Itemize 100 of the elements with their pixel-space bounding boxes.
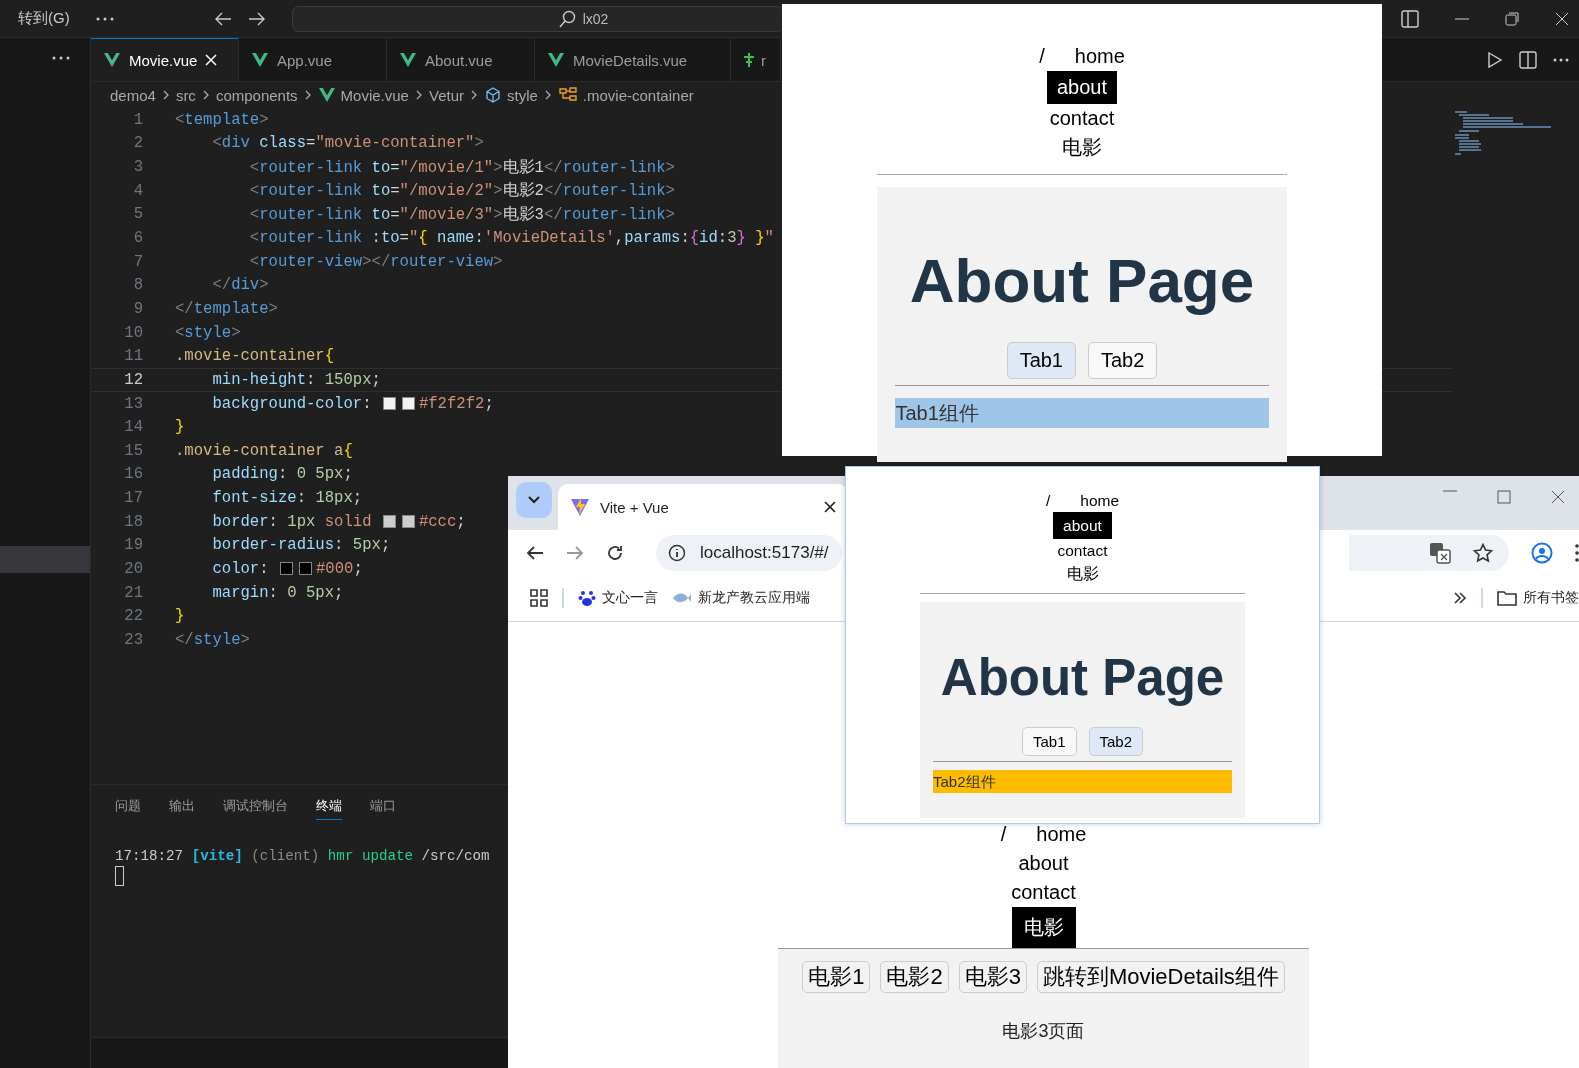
- nav-link[interactable]: /: [1039, 42, 1045, 71]
- nav-link[interactable]: about: [1046, 71, 1118, 104]
- panel-tab[interactable]: 终端: [316, 797, 342, 820]
- breadcrumb-item[interactable]: .movie-container: [582, 86, 694, 104]
- breadcrumb-item[interactable]: components: [215, 86, 298, 104]
- code-text: padding: 0 5px;: [211, 465, 353, 484]
- code-text: </style>: [175, 630, 250, 649]
- nav-link[interactable]: about: [1018, 849, 1069, 878]
- tab-button[interactable]: Tab1: [1021, 727, 1077, 756]
- line-number: 5: [132, 205, 143, 224]
- profile-icon[interactable]: [1531, 541, 1553, 564]
- address-bar[interactable]: localhost:5173/#/: [656, 534, 842, 571]
- movie-link[interactable]: 电影2: [880, 961, 949, 993]
- line-number: 15: [123, 441, 143, 460]
- nav-link[interactable]: /: [1000, 820, 1007, 849]
- translate-icon[interactable]: [1429, 541, 1451, 564]
- line-number: 12: [123, 370, 143, 389]
- movie-view-text: 电影3页面: [1002, 1020, 1085, 1043]
- line-number: 20: [123, 560, 143, 578]
- vue-icon: [547, 52, 565, 68]
- star-icon[interactable]: [1473, 542, 1493, 563]
- chevron-icon: [201, 89, 210, 101]
- movie-link[interactable]: 电影1: [802, 961, 871, 993]
- movie-link[interactable]: 电影3: [958, 961, 1027, 993]
- nav-link[interactable]: home: [1074, 42, 1125, 71]
- back-arrow-icon[interactable]: [526, 544, 544, 561]
- line-number: 16: [123, 465, 143, 484]
- editor-tab[interactable]: Movie.vue: [91, 38, 239, 81]
- code-text: <router-link to="/movie/2">电影2</router-link>: [248, 181, 675, 202]
- nav-link[interactable]: /: [1045, 489, 1051, 512]
- nav-link[interactable]: 电影: [1062, 133, 1102, 162]
- panel-tab[interactable]: 调试控制台: [223, 797, 288, 820]
- tab-button[interactable]: Tab2: [1088, 342, 1158, 379]
- color-swatch[interactable]: [401, 397, 415, 410]
- movie-link[interactable]: 跳转到MovieDetails组件: [1036, 961, 1285, 993]
- line-number: 4: [132, 181, 143, 200]
- close-icon[interactable]: [824, 501, 836, 513]
- nav-link[interactable]: home: [1036, 820, 1087, 849]
- color-swatch[interactable]: [382, 397, 396, 410]
- line-number: 1: [132, 110, 143, 129]
- nav-link[interactable]: contact: [1011, 878, 1076, 907]
- code-text: #000;: [315, 560, 363, 578]
- panel-tab[interactable]: 输出: [169, 797, 195, 820]
- browser-tab[interactable]: Vite + Vue: [558, 484, 848, 530]
- restore-icon[interactable]: [1505, 11, 1519, 26]
- tab-button[interactable]: Tab2: [1088, 727, 1144, 756]
- line-number: 2: [132, 134, 143, 153]
- vue-icon: [103, 52, 121, 68]
- color-swatch[interactable]: [279, 562, 293, 576]
- line-number: 22: [123, 607, 143, 626]
- nav-link[interactable]: contact: [1049, 104, 1115, 133]
- code-text: border: 1px solid: [211, 512, 373, 531]
- forward-arrow-icon[interactable]: [247, 11, 266, 26]
- breadcrumb-item[interactable]: style: [507, 86, 538, 104]
- more-icon[interactable]: [95, 16, 114, 21]
- nav-link[interactable]: home: [1080, 489, 1120, 512]
- code-text: }: [175, 418, 185, 437]
- split-editor-icon[interactable]: [1519, 50, 1537, 69]
- class-icon: [557, 86, 578, 104]
- run-icon[interactable]: [1487, 50, 1503, 69]
- fish-icon: [672, 592, 692, 604]
- info-icon: [668, 543, 686, 562]
- double-chevron-icon[interactable]: [1453, 592, 1467, 604]
- vue-icon: [399, 52, 417, 68]
- tab-button[interactable]: Tab1: [1006, 342, 1076, 379]
- search-field[interactable]: lx02: [291, 5, 784, 32]
- more-icon[interactable]: [1553, 57, 1569, 62]
- line-number: 23: [123, 630, 143, 649]
- tab-search-button[interactable]: [516, 482, 552, 518]
- nav-link[interactable]: about: [1053, 512, 1112, 539]
- layout-icon[interactable]: [1401, 9, 1419, 28]
- more-icon[interactable]: [52, 56, 70, 60]
- tab-content: Tab1组件: [895, 398, 1269, 428]
- code-text: #ccc;: [418, 512, 466, 531]
- menu-item[interactable]: 转到(G): [18, 9, 70, 28]
- breadcrumb-item[interactable]: src: [175, 86, 196, 104]
- line-number: 8: [132, 276, 143, 295]
- menu-icon[interactable]: [1575, 543, 1579, 562]
- terminal-line: 17:18:27 [vite] (client) hmr update /src/com: [115, 848, 490, 864]
- chevron-icon: [543, 89, 552, 101]
- breadcrumb-item[interactable]: Vetur: [428, 86, 464, 104]
- panel-tab[interactable]: 问题: [115, 797, 141, 820]
- line-number: 6: [132, 229, 143, 247]
- code-text: <router-view></router-view>: [248, 252, 503, 271]
- nav-link[interactable]: 电影: [1011, 907, 1076, 948]
- color-swatch[interactable]: [401, 515, 415, 529]
- color-swatch[interactable]: [298, 562, 312, 576]
- breadcrumb-item[interactable]: demo4: [110, 86, 156, 104]
- nav-link[interactable]: 电影: [1066, 562, 1099, 585]
- bookmark-link[interactable]: 所有书签: [1523, 589, 1579, 607]
- bookmark-link[interactable]: 新龙产教云应用端: [698, 589, 810, 607]
- cube-icon: [484, 86, 502, 104]
- nav-link[interactable]: contact: [1057, 539, 1108, 562]
- breadcrumb-item[interactable]: Movie.vue: [340, 86, 409, 104]
- apps-grid-icon[interactable]: [530, 589, 548, 607]
- bookmark-link[interactable]: 文心一言: [602, 589, 658, 607]
- color-swatch[interactable]: [382, 515, 396, 529]
- panel-tab[interactable]: 端口: [370, 797, 396, 820]
- reload-icon[interactable]: [606, 543, 624, 562]
- code-text: <template>: [175, 110, 269, 129]
